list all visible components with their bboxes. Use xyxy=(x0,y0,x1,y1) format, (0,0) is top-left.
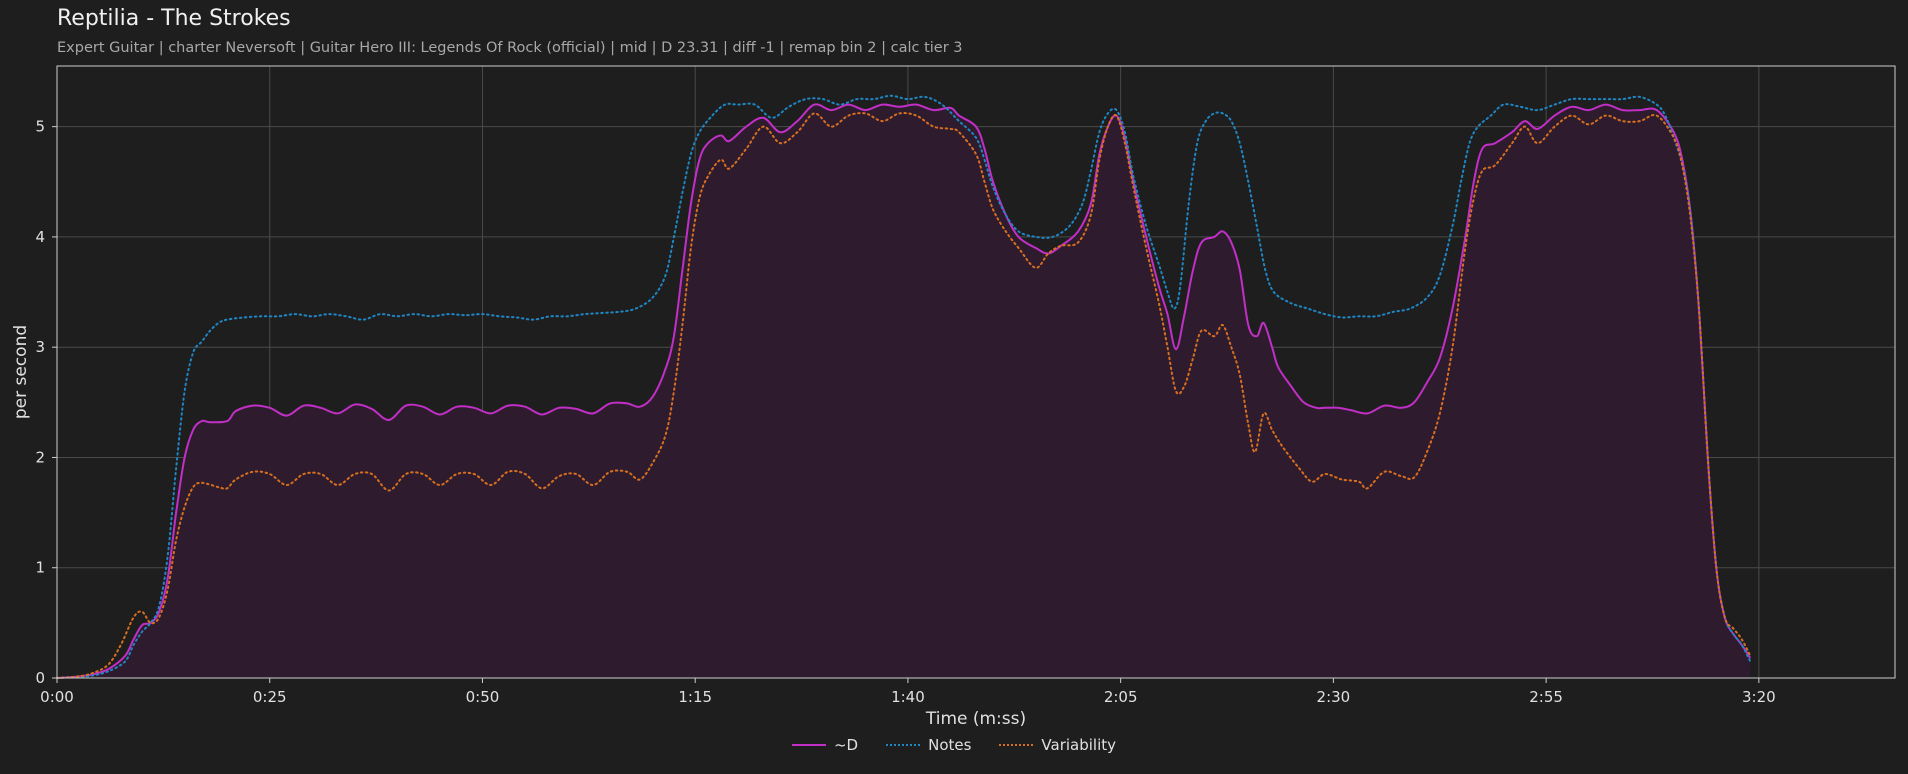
legend-item: Notes xyxy=(886,736,971,754)
legend-label: Variability xyxy=(1041,736,1117,754)
legend-label: ~D xyxy=(833,736,859,754)
x-tick-label: 1:15 xyxy=(678,688,712,706)
y-tick-label: 4 xyxy=(35,228,45,246)
y-axis-label: per second xyxy=(11,325,31,419)
y-tick-label: 0 xyxy=(35,669,45,687)
x-tick-label: 0:00 xyxy=(40,688,74,706)
legend-swatch xyxy=(886,744,921,746)
y-tick-label: 1 xyxy=(35,559,45,577)
x-tick-label: 1:40 xyxy=(891,688,925,706)
x-axis-label: Time (m:ss) xyxy=(925,709,1026,729)
legend-swatch xyxy=(999,744,1034,746)
legend-label: Notes xyxy=(928,736,972,754)
legend-swatch xyxy=(791,744,826,746)
chart-svg: 0:00 0:25 0:50 1:15 1:40 2:05 2:30 2:55 3:20 0 1 2 3… xyxy=(11,65,1896,729)
x-tick-label: 0:25 xyxy=(253,688,287,706)
y-tick-label: 5 xyxy=(35,118,45,136)
chart-legend: ~D Notes Variability xyxy=(0,736,1908,754)
x-tick-label: 2:30 xyxy=(1317,688,1351,706)
x-tick-label: 2:55 xyxy=(1529,688,1563,706)
y-tick-label: 2 xyxy=(35,448,45,466)
legend-item: ~D xyxy=(791,736,859,754)
x-tick-label: 2:05 xyxy=(1104,688,1138,706)
x-tick-label: 3:20 xyxy=(1742,688,1776,706)
y-tick-label: 3 xyxy=(35,338,45,356)
legend-item: Variability xyxy=(999,736,1116,754)
x-tick-label: 0:50 xyxy=(466,688,500,706)
